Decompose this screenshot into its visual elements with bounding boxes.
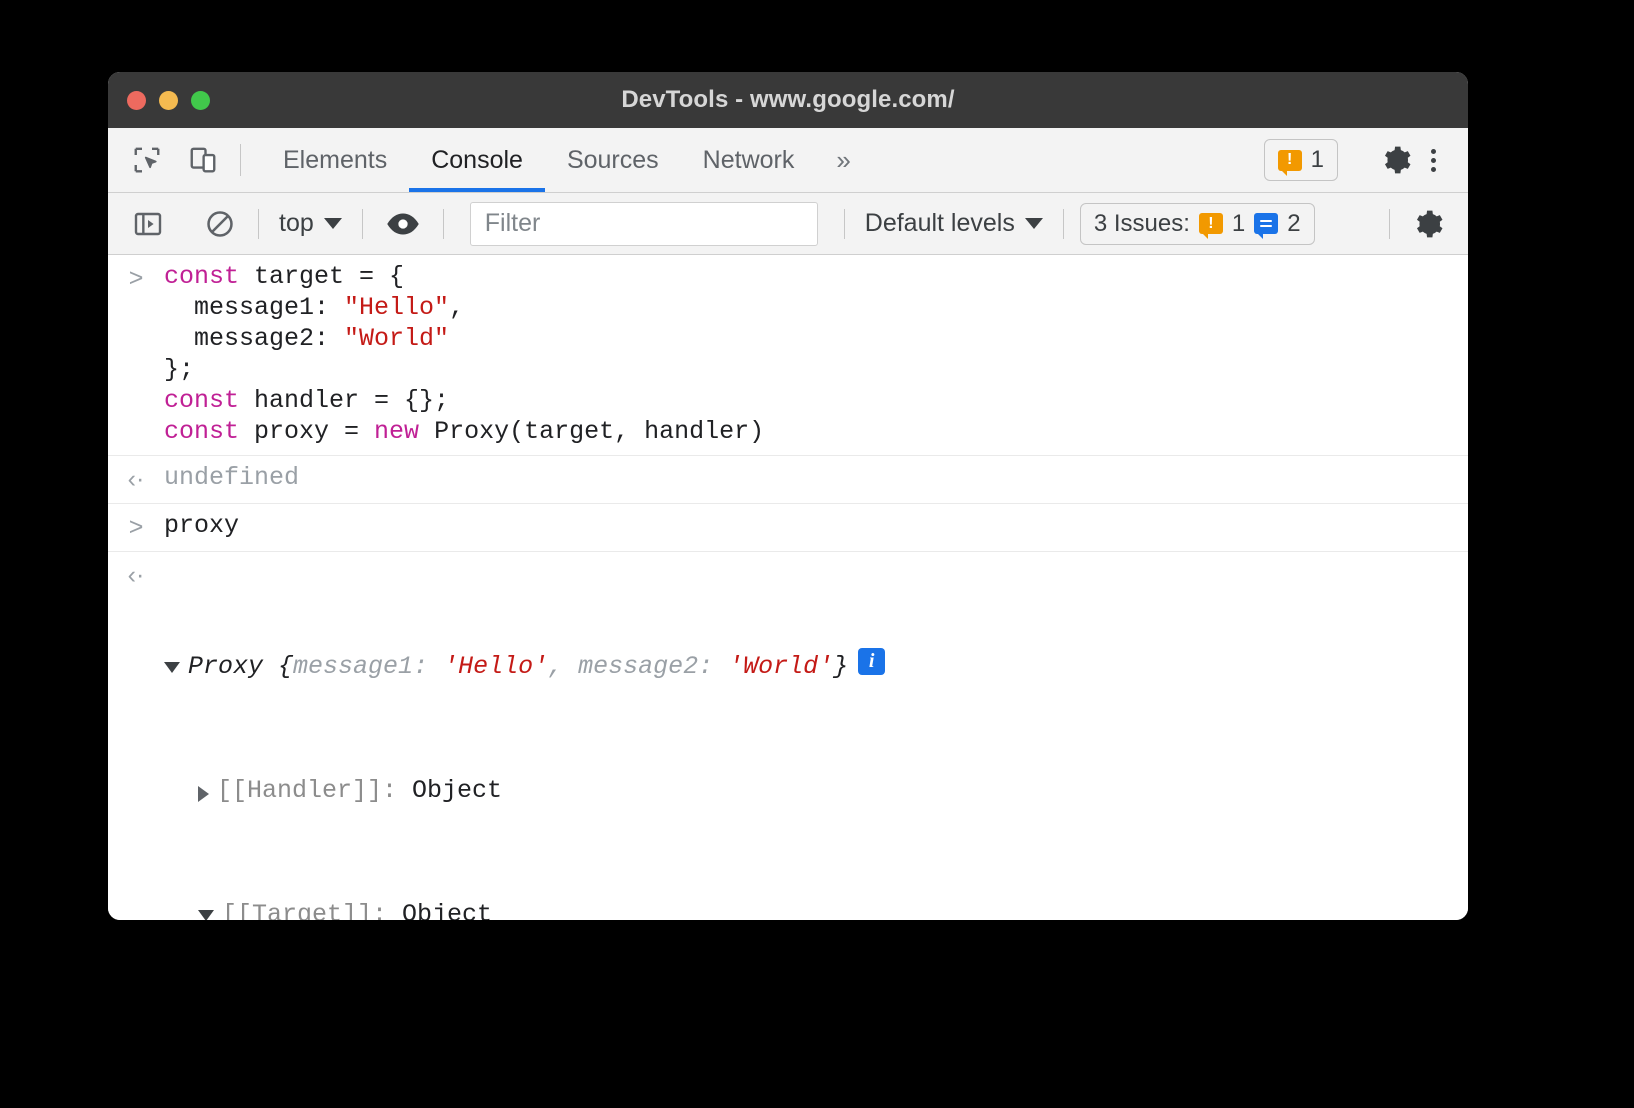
log-levels-label: Default levels [865,209,1015,238]
log-levels-selector[interactable]: Default levels [861,209,1047,238]
expand-triangle-icon[interactable] [198,786,209,802]
issues-label: 3 Issues: [1094,210,1190,238]
toolbar-divider-3 [443,209,444,239]
code-token: const [164,417,254,446]
summary-value-1: 'Hello' [443,652,548,681]
toolbar-divider-2 [362,209,363,239]
code-token: new [374,417,434,446]
window-controls [127,91,210,110]
toolbar-divider-6 [1389,209,1390,239]
filter-input[interactable]: Filter [470,202,818,246]
tab-network[interactable]: Network [681,128,817,192]
object-tree[interactable]: Proxy {message1: 'Hello', message2: 'Wor… [164,558,1468,920]
maximize-window-button[interactable] [191,91,210,110]
issues-info-count: 2 [1287,210,1300,238]
output-marker: ‹· [108,462,164,495]
device-toolbar-icon[interactable] [186,143,220,177]
console-toolbar: top Filter Default levels 3 Issues: ! 1 … [108,193,1468,255]
summary-prefix: Proxy { [188,652,293,681]
inspect-element-icon[interactable] [130,143,164,177]
panel-tabs: Elements Console Sources Network » [261,128,871,192]
input-marker: > [108,510,164,543]
info-icon[interactable]: i [858,648,885,675]
devtools-tab-bar: Elements Console Sources Network » ! 1 [108,128,1468,193]
code-token: target = { [254,262,404,291]
tabbar-divider [240,144,241,176]
object-property-row[interactable]: [[Target]]: Object [164,899,1458,920]
execution-context-label: top [279,209,314,238]
internal-slot-name: [[Target]] [222,899,372,920]
result-value: undefined [164,462,1468,495]
code-token: message2: [164,324,344,353]
console-result-entry: ‹· undefined [108,456,1468,504]
code-token: const [164,262,254,291]
object-summary-row[interactable]: Proxy {message1: 'Hello', message2: 'Wor… [164,651,1458,682]
console-sidebar-icon[interactable] [126,208,170,240]
tabbar-warning-chip[interactable]: ! 1 [1264,139,1338,181]
tab-console[interactable]: Console [409,128,545,192]
object-property-row[interactable]: [[Handler]]: Object [164,775,1458,806]
code-token: , [449,293,464,322]
window-title-bar: DevTools - www.google.com/ [108,72,1468,128]
window-title: DevTools - www.google.com/ [108,86,1468,114]
issues-warning-count: 1 [1232,210,1245,238]
row-separator: : [382,775,412,806]
console-message-list[interactable]: > const target = { message1: "Hello", me… [108,255,1468,920]
tab-sources[interactable]: Sources [545,128,681,192]
minimize-window-button[interactable] [159,91,178,110]
summary-key-1: message1: [293,652,443,681]
devtools-window: DevTools - www.google.com/ Elements Cons… [108,72,1468,920]
console-input-entry: > proxy [108,504,1468,552]
console-code-block: proxy [164,510,1468,543]
console-settings-gear-icon[interactable] [1406,208,1450,240]
toolbar-divider-5 [1063,209,1064,239]
toolbar-divider-4 [844,209,845,239]
kebab-menu-icon[interactable] [1419,143,1448,178]
summary-separator: , [548,652,578,681]
warning-bubble-icon: ! [1199,213,1223,234]
summary-suffix: } [833,652,848,681]
clear-console-icon[interactable] [198,208,242,240]
console-code-block: const target = { message1: "Hello", mess… [164,261,1468,447]
more-tabs-icon[interactable]: » [816,128,870,192]
code-token: }; [164,355,194,384]
object-summary-text: Proxy {message1: 'Hello', message2: 'Wor… [188,651,848,682]
chevron-down-icon [324,218,342,229]
tabbar-warning-count: 1 [1311,146,1324,174]
collapse-triangle-icon[interactable] [164,662,180,673]
code-token: proxy = [254,417,374,446]
toolbar-divider-1 [258,209,259,239]
execution-context-selector[interactable]: top [275,209,346,238]
code-token: Proxy(target, handler) [434,417,764,446]
code-token: "World" [344,324,449,353]
collapse-triangle-icon[interactable] [198,910,214,920]
internal-slot-value[interactable]: Object [402,899,492,920]
tab-elements[interactable]: Elements [261,128,409,192]
live-expression-icon[interactable] [379,209,427,239]
output-marker: ‹· [108,558,164,920]
code-token: handler = {}; [254,386,449,415]
warning-bubble-icon: ! [1278,150,1302,171]
info-bubble-icon [1254,213,1278,234]
gear-icon[interactable] [1379,143,1413,177]
code-token: const [164,386,254,415]
issues-chip[interactable]: 3 Issues: ! 1 2 [1080,203,1315,245]
summary-key-2: message2: [578,652,728,681]
console-object-entry: ‹· Proxy {message1: 'Hello', message2: '… [108,552,1468,920]
summary-value-2: 'World' [728,652,833,681]
close-window-button[interactable] [127,91,146,110]
internal-slot-value[interactable]: Object [412,775,502,806]
code-token: "Hello" [344,293,449,322]
internal-slot-name: [[Handler]] [217,775,382,806]
input-marker: > [108,261,164,447]
row-separator: : [372,899,402,920]
console-input-entry: > const target = { message1: "Hello", me… [108,255,1468,456]
code-token: message1: [164,293,344,322]
chevron-down-icon [1025,218,1043,229]
